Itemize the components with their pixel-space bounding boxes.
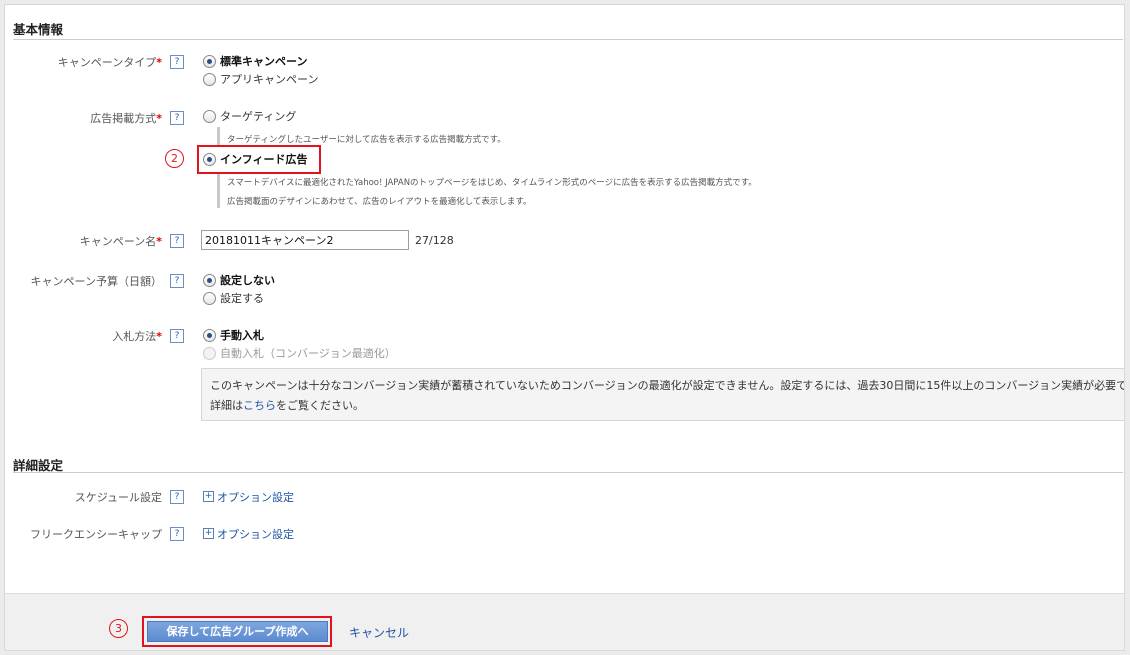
save-and-create-adgroup-button[interactable]: 保存して広告グループ作成へ: [147, 621, 328, 642]
option-label: 設定しない: [220, 274, 275, 287]
cancel-link[interactable]: キャンセル: [349, 624, 409, 641]
option-label: ターゲティング: [220, 110, 297, 123]
option-label: 標準キャンペーン: [220, 55, 308, 68]
section-divider: [13, 472, 1123, 473]
help-icon[interactable]: ?: [170, 234, 184, 248]
campaign-settings-panel: 基本情報 キャンペーンタイプ* ? 標準キャンペーン アプリキャンペーン 広告掲…: [4, 4, 1125, 651]
radio-standard-campaign[interactable]: [203, 55, 216, 68]
help-icon[interactable]: ?: [170, 55, 184, 69]
step-2-marker: 2: [165, 149, 184, 168]
expand-plus-icon[interactable]: +: [203, 491, 214, 502]
radio-infeed[interactable]: [203, 153, 216, 166]
help-icon[interactable]: ?: [170, 329, 184, 343]
radio-auto-bid[interactable]: [203, 347, 216, 360]
step-3-marker: 3: [109, 619, 128, 638]
radio-no-budget[interactable]: [203, 274, 216, 287]
description-bar: [217, 127, 220, 145]
campaign-name-label: キャンペーン名*: [79, 235, 162, 248]
frequency-option-link[interactable]: オプション設定: [217, 526, 294, 542]
notice-text: をご覧ください。: [276, 399, 364, 412]
schedule-option-link[interactable]: オプション設定: [217, 489, 294, 505]
option-label: インフィード広告: [220, 153, 308, 166]
help-icon[interactable]: ?: [170, 527, 184, 541]
description-bar: [217, 174, 220, 208]
campaign-name-input[interactable]: [201, 230, 409, 250]
help-icon[interactable]: ?: [170, 490, 184, 504]
notice-text: このキャンペーンは十分なコンバージョン実績が蓄積されていないためコンバージョンの…: [210, 379, 1125, 392]
notice-text: 詳細は: [210, 399, 243, 412]
radio-set-budget[interactable]: [203, 292, 216, 305]
targeting-description: ターゲティングしたユーザーに対して広告を表示する広告掲載方式です。: [227, 135, 506, 145]
option-label: 設定する: [220, 292, 264, 305]
help-icon[interactable]: ?: [170, 111, 184, 125]
bidding-label: 入札方法*: [112, 330, 162, 343]
bidding-notice: このキャンペーンは十分なコンバージョン実績が蓄積されていないためコンバージョンの…: [201, 368, 1125, 421]
form-footer: 3 保存して広告グループ作成へ キャンセル: [5, 593, 1124, 650]
option-label: 自動入札（コンバージョン最適化）: [220, 347, 396, 360]
frequency-cap-label: フリークエンシーキャップ: [30, 528, 162, 541]
section-divider: [13, 39, 1123, 40]
infeed-description: 広告掲載面のデザインにあわせて、広告のレイアウトを最適化して表示します。: [227, 197, 532, 207]
radio-app-campaign[interactable]: [203, 73, 216, 86]
option-label: 手動入札: [220, 329, 264, 342]
radio-targeting[interactable]: [203, 110, 216, 123]
radio-manual-bid[interactable]: [203, 329, 216, 342]
help-icon[interactable]: ?: [170, 274, 184, 288]
section-title-basic: 基本情報: [13, 22, 64, 37]
character-counter: 27/128: [415, 234, 454, 247]
campaign-type-label: キャンペーンタイプ*: [57, 56, 162, 69]
ad-format-label: 広告掲載方式*: [90, 112, 162, 125]
expand-plus-icon[interactable]: +: [203, 528, 214, 539]
schedule-label: スケジュール設定: [74, 491, 162, 504]
infeed-description: スマートデバイスに最適化されたYahoo! JAPANのトップページをはじめ、タ…: [227, 178, 757, 188]
option-label: アプリキャンペーン: [220, 73, 319, 86]
budget-label: キャンペーン予算（日額）: [30, 275, 162, 288]
details-link[interactable]: こちら: [243, 399, 276, 412]
